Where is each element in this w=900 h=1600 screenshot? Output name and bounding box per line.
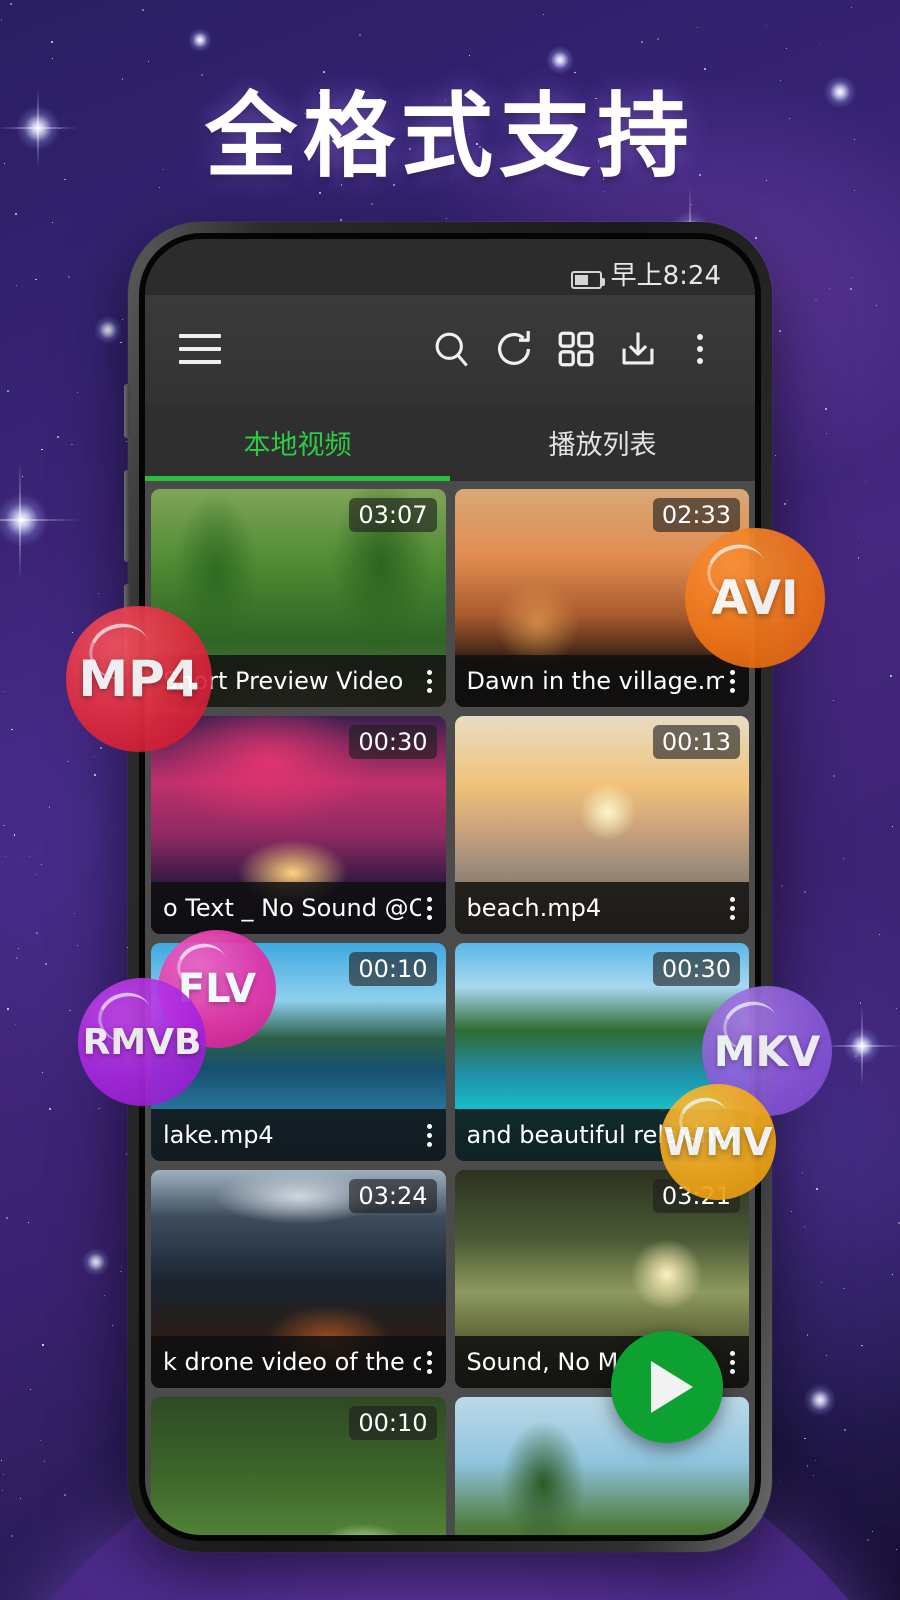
more-vertical-icon: [697, 334, 703, 364]
hamburger-menu-icon: [179, 334, 221, 364]
video-tile[interactable]: 00:10: [151, 1397, 446, 1535]
format-bubble-wmv: WMV: [660, 1084, 776, 1200]
video-tile[interactable]: 03:24 k drone video of the cra: [151, 1170, 446, 1388]
video-title: o Text _ No Sound @On: [163, 894, 421, 922]
format-bubble-avi: AVI: [685, 528, 825, 668]
refresh-button[interactable]: [483, 318, 545, 380]
hamburger-menu-button[interactable]: [169, 318, 231, 380]
search-button[interactable]: [421, 318, 483, 380]
battery-icon: [570, 271, 605, 289]
video-duration: 00:10: [349, 1406, 437, 1440]
video-caption: o Text _ No Sound @On: [151, 882, 446, 934]
page-title: 全格式支持: [204, 83, 695, 190]
format-bubble-mp4: MP4: [66, 606, 212, 752]
video-more-icon[interactable]: [421, 669, 438, 693]
more-options-button[interactable]: [669, 318, 731, 380]
video-caption: lake.mp4: [151, 1109, 446, 1161]
video-duration: 02:33: [652, 498, 740, 532]
video-title: Dawn in the village.mp4: [466, 667, 725, 695]
video-duration: 00:10: [349, 952, 437, 986]
video-more-icon[interactable]: [724, 896, 741, 920]
video-caption: k drone video of the cra: [151, 1336, 446, 1388]
play-icon: [651, 1361, 693, 1413]
video-duration: 00:30: [652, 952, 740, 986]
download-icon: [622, 332, 654, 365]
grid-view-button[interactable]: [545, 318, 607, 380]
status-clock: 早上8:24: [610, 261, 721, 291]
video-more-icon[interactable]: [724, 1350, 741, 1374]
format-bubble-rmvb: RMVB: [78, 978, 206, 1106]
phone-button-volume-up[interactable]: [124, 470, 130, 562]
app-toolbar: [145, 295, 755, 403]
refresh-icon: [498, 330, 531, 365]
play-fab-button[interactable]: [611, 1331, 723, 1443]
phone-screen: 早上8:24 本地视频 播放列表 03:07 Short Preview Vid…: [145, 239, 755, 1535]
tab-active-indicator: [145, 476, 450, 481]
video-more-icon[interactable]: [724, 669, 741, 693]
video-title: k drone video of the cra: [163, 1348, 421, 1376]
video-title: lake.mp4: [163, 1121, 274, 1149]
phone-bezel: 早上8:24 本地视频 播放列表 03:07 Short Preview Vid…: [139, 233, 761, 1541]
video-tile[interactable]: 00:30 o Text _ No Sound @On: [151, 716, 446, 934]
video-duration: 03:24: [349, 1179, 437, 1213]
search-icon: [435, 332, 468, 367]
status-bar: 早上8:24: [145, 239, 755, 295]
tab-playlist[interactable]: 播放列表: [450, 403, 755, 481]
video-duration: 03:07: [349, 498, 437, 532]
video-caption: beach.mp4: [454, 882, 749, 934]
video-duration: 00:30: [349, 725, 437, 759]
download-button[interactable]: [607, 318, 669, 380]
video-duration: 00:13: [652, 725, 740, 759]
video-more-icon[interactable]: [421, 1123, 438, 1147]
phone-button-mute[interactable]: [124, 384, 130, 438]
tab-local-videos[interactable]: 本地视频: [145, 403, 450, 481]
video-tile[interactable]: 00:13 beach.mp4: [454, 716, 749, 934]
video-more-icon[interactable]: [421, 896, 438, 920]
tab-bar: 本地视频 播放列表: [145, 403, 755, 481]
phone-mockup: 早上8:24 本地视频 播放列表 03:07 Short Preview Vid…: [124, 222, 772, 1552]
video-title: beach.mp4: [466, 894, 602, 922]
video-caption: Dawn in the village.mp4: [454, 655, 749, 707]
grid-view-icon: [558, 331, 594, 367]
video-more-icon[interactable]: [421, 1350, 438, 1374]
